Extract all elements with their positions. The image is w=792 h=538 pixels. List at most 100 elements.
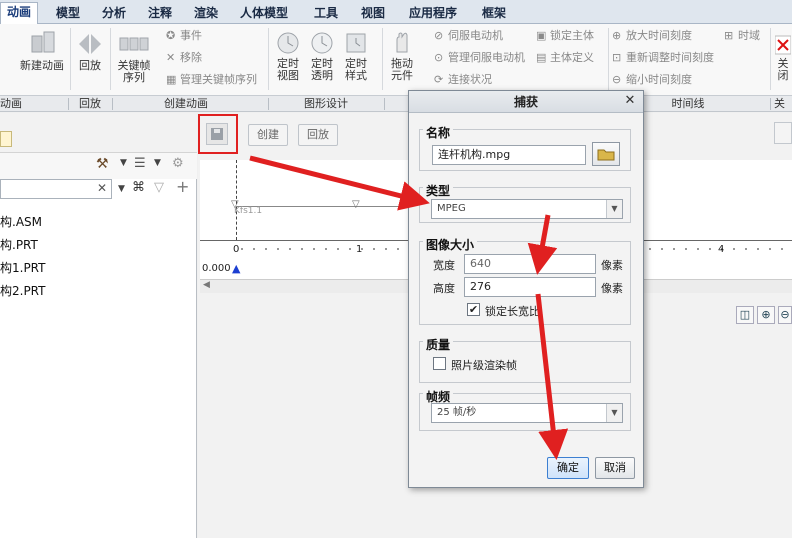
list-icon[interactable]: ☰ (134, 156, 146, 171)
timed-view-button[interactable]: 定时视图 (272, 30, 304, 82)
annotation-highlight-box (198, 114, 238, 154)
chevron-down-icon[interactable]: ▼ (154, 158, 161, 168)
tab-animation[interactable]: 动画 (0, 2, 39, 25)
timeline-playback-button[interactable]: 回放 (298, 124, 338, 146)
keyframe-seq-button[interactable]: 关键帧序列 (114, 30, 154, 84)
capture-dialog: 捕获 ✕ 名称 连杆机构.mpg 类型 MPEG ▼ 图像大小 宽度 640 像… (408, 90, 644, 488)
time-domain-button[interactable]: ⊞ 时域 (724, 28, 760, 44)
tab-view[interactable]: 视图 (355, 4, 391, 24)
width-input[interactable]: 640 (464, 254, 596, 274)
group-separator (112, 98, 113, 110)
group-graphic-design: 图形设计 (304, 97, 348, 110)
playhead-icon[interactable]: ▲ (232, 262, 240, 275)
manage-servo-motor-button[interactable]: ⊙ 管理伺服电动机 (434, 50, 525, 66)
cancel-button[interactable]: 取消 (595, 457, 635, 479)
group-create-animation[interactable]: 创建动画 (156, 96, 216, 112)
new-animation-button[interactable]: 新建动画 (18, 30, 66, 72)
zoom-in-scale-button[interactable]: ⊕ 放大时间刻度 (612, 28, 692, 44)
ok-button[interactable]: 确定 (547, 457, 589, 479)
browse-button[interactable] (592, 142, 620, 166)
tab-render[interactable]: 渲染 (188, 4, 224, 24)
tab-tools[interactable]: 工具 (308, 4, 344, 24)
body-definition-label: 主体定义 (550, 51, 594, 64)
filename-input[interactable]: 连杆机构.mpg (432, 145, 586, 165)
tree-toolbar: ⚒ ▼ ☰ ▼ ⚙ (0, 153, 197, 179)
time-domain-label: 时域 (738, 29, 760, 42)
tab-manikin[interactable]: 人体模型 (234, 4, 294, 24)
zoom-in-icon: ⊕ (612, 29, 622, 42)
servo-motor-button[interactable]: ⊘ 伺服电动机 (434, 28, 503, 44)
chevron-down-icon[interactable]: ▼ (118, 184, 125, 194)
tab-model[interactable]: 模型 (50, 4, 86, 24)
remove-button[interactable]: ✕ 移除 (166, 50, 202, 66)
zoom-out-icon: ⊖ (612, 73, 622, 86)
group-animation: 动画 (0, 97, 22, 110)
zoom-fit-icon[interactable]: ◫ (736, 306, 754, 324)
ribbon-separator (770, 28, 771, 90)
tools-icon[interactable]: ⚒ (96, 156, 109, 172)
event-label: 事件 (180, 29, 202, 42)
filter-icon[interactable]: ▽ (154, 180, 164, 195)
drag-element-label: 拖动元件 (391, 57, 413, 82)
drag-element-button[interactable]: 拖动元件 (386, 30, 418, 82)
lock-ratio-checkbox[interactable]: ✔ (467, 303, 480, 316)
group-close: 关闭 (774, 97, 785, 110)
dialog-close-icon[interactable]: ✕ (623, 94, 637, 108)
ribbon-separator (382, 28, 383, 90)
name-section-title: 名称 (423, 124, 454, 141)
zoom-out-icon[interactable]: ⊖ (778, 306, 792, 324)
add-icon[interactable]: + (176, 177, 189, 196)
right-edge-button[interactable] (774, 122, 792, 144)
settings-icon[interactable]: ⚙ (172, 156, 184, 171)
keyframe-marker-icon[interactable]: ▽ (352, 199, 360, 210)
close-button[interactable]: 关闭 (774, 34, 792, 82)
event-button[interactable]: ✪ 事件 (166, 28, 202, 44)
folder-icon (597, 149, 615, 161)
create-button[interactable]: 创建 (248, 124, 288, 146)
group-separator (770, 98, 771, 110)
playback-label: 回放 (79, 59, 101, 72)
lock-body-button[interactable]: ▣ 锁定主体 (536, 28, 594, 44)
body-definition-button[interactable]: ▤ 主体定义 (536, 50, 594, 66)
close-label: 关闭 (777, 57, 789, 82)
tab-framework[interactable]: 框架 (476, 4, 512, 24)
zoom-out-scale-button[interactable]: ⊖ 缩小时间刻度 (612, 72, 692, 88)
tab-annotation[interactable]: 注释 (142, 4, 178, 24)
zoom-out-scale-label: 缩小时间刻度 (626, 73, 692, 86)
chevron-down-icon: ▼ (606, 200, 622, 218)
tick-label-0: 0 (233, 244, 240, 255)
clear-icon[interactable]: ✕ (97, 181, 107, 195)
binoculars-icon[interactable]: ⌘ (132, 180, 145, 195)
playback-button[interactable]: 回放 (74, 30, 106, 72)
width-label: 宽度 (433, 259, 455, 272)
manage-keyframe-seq-button[interactable]: ▦ 管理关键帧序列 (166, 72, 257, 88)
time-domain-icon: ⊞ (724, 29, 734, 42)
height-input[interactable]: 276 (464, 277, 596, 297)
type-select[interactable]: MPEG ▼ (431, 199, 623, 219)
servo-motor-label: 伺服电动机 (448, 29, 503, 42)
chevron-down-icon[interactable]: ▼ (120, 158, 127, 168)
new-animation-label: 新建动画 (20, 59, 64, 72)
fps-select[interactable]: 25 帧/秒 ▼ (431, 403, 623, 423)
tab-applications[interactable]: 应用程序 (403, 4, 463, 24)
tick-label-1: 1 (356, 244, 363, 255)
timed-transparency-icon (311, 32, 333, 54)
folder-tab-icon[interactable] (0, 131, 12, 147)
search-input[interactable]: ✕ (0, 179, 112, 199)
tree-item-prt[interactable]: 构.PRT (0, 236, 38, 253)
zoom-in-icon[interactable]: ⊕ (757, 306, 775, 324)
sequence-icon: ▦ (166, 73, 177, 86)
tab-analysis[interactable]: 分析 (96, 4, 132, 24)
tree-item-asm[interactable]: 构.ASM (0, 213, 42, 230)
readjust-scale-button[interactable]: ⊡ 重新调整时间刻度 (612, 50, 714, 66)
group-playback[interactable]: 回放 (72, 96, 108, 112)
timed-style-button[interactable]: 定时样式 (340, 30, 372, 82)
scroll-left-icon[interactable]: ◀ (203, 280, 210, 290)
motor-icon: ⊘ (434, 29, 444, 42)
photo-render-checkbox[interactable] (433, 357, 446, 370)
tree-item-prt2[interactable]: 构2.PRT (0, 282, 45, 299)
connection-status-button[interactable]: ⟳ 连接状况 (434, 72, 492, 88)
tree-item-prt1[interactable]: 构1.PRT (0, 259, 45, 276)
timed-transparency-button[interactable]: 定时透明 (306, 30, 338, 82)
motor-icon: ⊙ (434, 51, 444, 64)
